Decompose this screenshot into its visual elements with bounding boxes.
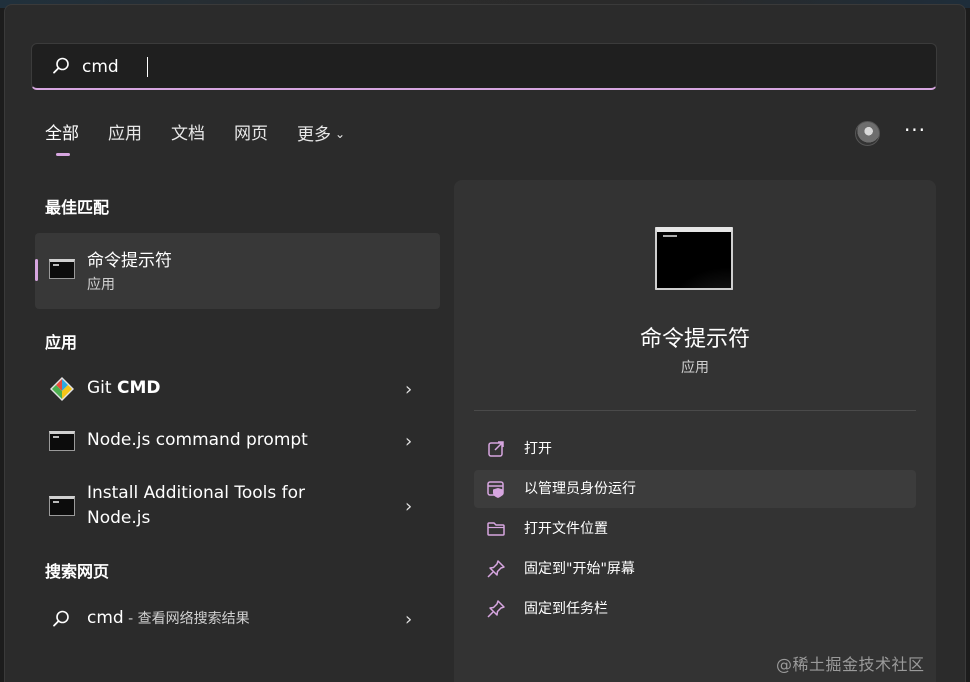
folder-icon [487,522,505,536]
tab-apps[interactable]: 应用 [108,122,142,162]
cmd-icon [49,431,75,451]
search-icon [53,57,69,74]
tab-documents[interactable]: 文档 [171,122,205,162]
search-input[interactable] [82,52,922,82]
more-options-button[interactable]: ··· [903,118,927,146]
app-item-label: Install Additional Tools for Node.js [87,483,305,528]
app-item-git-cmd[interactable]: Git CMD › [35,364,440,414]
action-pin-to-taskbar[interactable]: 固定到任务栏 [474,590,916,628]
action-pin-to-start[interactable]: 固定到"开始"屏幕 [474,550,916,588]
action-label: 固定到"开始"屏幕 [524,561,635,577]
tab-label: 应用 [108,124,142,144]
web-search-item[interactable]: cmd - 查看网络搜索结果 › [35,595,440,645]
tab-more[interactable]: 更多 ⌄ [297,122,345,162]
watermark-text: @稀土掘金技术社区 [776,655,925,674]
tab-label: 网页 [234,124,268,144]
user-avatar[interactable] [855,121,880,146]
app-item-label: Node.js command prompt [87,430,308,450]
search-box[interactable] [31,43,937,90]
chevron-right-icon[interactable]: › [405,609,419,630]
detail-title: 命令提示符 [639,327,750,352]
action-label: 固定到任务栏 [524,601,608,617]
pin-icon [487,560,505,578]
tab-label: 全部 [45,124,79,144]
tab-all[interactable]: 全部 [45,122,79,162]
best-match-name: 命令提示符 [87,251,172,271]
chevron-down-icon: ⌄ [335,127,346,141]
section-title-best-match: 最佳匹配 [45,198,110,217]
text-caret [147,57,148,77]
cmd-app-large-icon [655,227,733,290]
action-label: 打开 [524,441,552,457]
detail-type: 应用 [681,360,709,376]
open-external-icon [488,441,504,457]
chevron-right-icon[interactable]: › [405,379,419,400]
action-label: 以管理员身份运行 [524,481,636,497]
action-run-as-admin[interactable]: 以管理员身份运行 [474,470,916,508]
tab-label: 更多 [297,125,331,145]
chevron-right-icon[interactable]: › [405,431,419,452]
section-title-web-search: 搜索网页 [45,562,110,581]
divider [474,410,916,411]
pin-icon [487,600,505,618]
web-search-label: cmd - 查看网络搜索结果 [87,608,250,628]
action-open[interactable]: 打开 [474,430,916,468]
cmd-icon [49,259,75,279]
best-match-type: 应用 [87,277,115,293]
tab-label: 文档 [171,124,205,144]
app-item-nodejs-command-prompt[interactable]: Node.js command prompt › [35,416,440,466]
section-title-apps: 应用 [45,333,78,352]
shield-admin-icon [487,481,504,498]
chevron-right-icon[interactable]: › [405,496,419,517]
selection-accent [35,259,38,281]
active-tab-indicator [56,153,70,156]
action-label: 打开文件位置 [524,521,608,537]
git-icon [50,377,74,401]
cmd-icon [49,496,75,516]
action-open-file-location[interactable]: 打开文件位置 [474,510,916,548]
filter-tabs: 全部 应用 文档 网页 更多 ⌄ [45,122,374,162]
app-item-install-tools[interactable]: Install Additional Tools for Node.js › [35,480,440,536]
best-match-item[interactable]: 命令提示符 应用 [35,233,440,309]
app-item-label: Git CMD [87,378,161,398]
detail-pane: 命令提示符 应用 打开 以管理员身份运行 打开文件位置 固定到"开始"屏幕 固定… [454,180,936,682]
tab-web[interactable]: 网页 [234,122,268,162]
search-icon [53,610,69,627]
